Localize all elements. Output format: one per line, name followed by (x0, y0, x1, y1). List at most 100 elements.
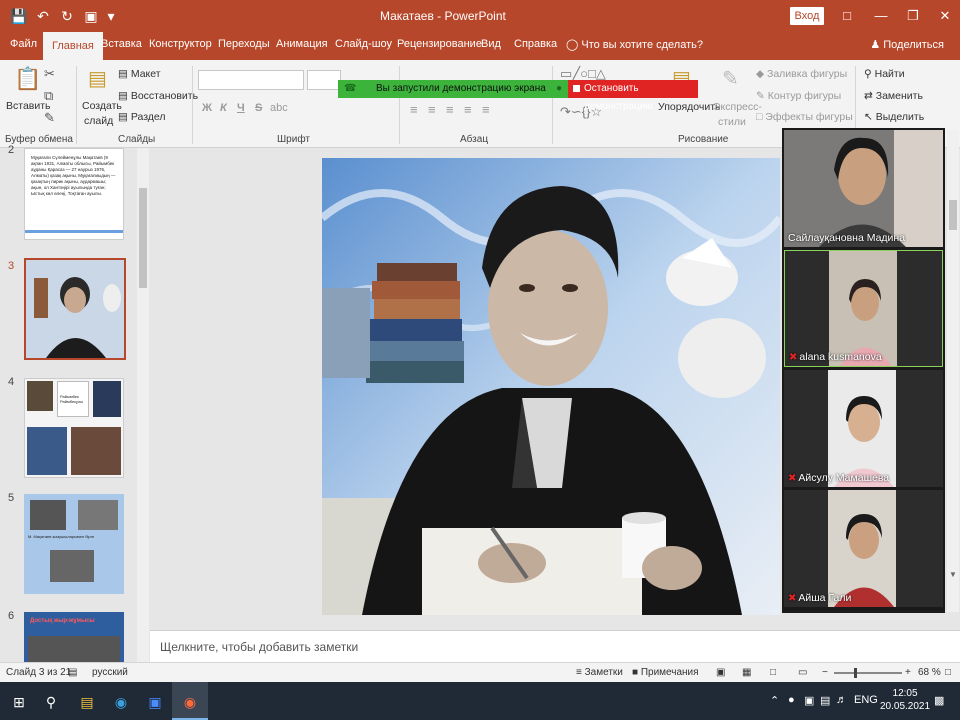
start-slideshow-icon[interactable]: ▣ (82, 7, 100, 25)
arrange-button[interactable]: Упорядочить (658, 101, 720, 113)
zoom-level[interactable]: 68 % (918, 667, 941, 678)
zoom-app-icon[interactable]: ▣ (144, 691, 166, 713)
slide-scrollbar[interactable]: ▼ (947, 130, 959, 612)
microphone-icon[interactable]: ● (788, 694, 795, 706)
language-indicator[interactable]: русский (92, 667, 128, 678)
customize-toolbar-icon[interactable]: ▾ (102, 7, 120, 25)
select-button[interactable]: ↖ Выделить (864, 111, 924, 123)
tab-file[interactable]: Файл (10, 38, 37, 50)
paste-icon[interactable]: 📋 (14, 66, 41, 92)
quick-styles-button-2[interactable]: стили (718, 116, 746, 128)
spellcheck-icon[interactable]: ▤ (68, 667, 77, 678)
restore-icon[interactable]: ❐ (902, 5, 924, 27)
strikethrough-button[interactable]: S (255, 102, 262, 114)
notifications-icon[interactable]: ▩ (934, 694, 944, 707)
show-hidden-icons[interactable]: ⌃ (770, 694, 779, 707)
align-right-icon[interactable]: ≡ (446, 102, 454, 117)
align-center-icon[interactable]: ≡ (428, 102, 436, 117)
zoom-out-icon[interactable]: − (822, 667, 828, 678)
tab-animations[interactable]: Анимация (276, 38, 328, 50)
tell-me-search[interactable]: ◯ Что вы хотите сделать? (566, 38, 703, 51)
share-button[interactable]: ♟ Поделиться (870, 38, 944, 51)
undo-icon[interactable]: ↶ (34, 7, 52, 25)
quick-styles-icon[interactable]: ✎ (722, 66, 739, 91)
tab-slideshow[interactable]: Слайд-шоу (335, 38, 392, 50)
network-icon[interactable]: ▤ (820, 694, 830, 707)
zoom-in-icon[interactable]: + (905, 667, 911, 678)
fit-slide-icon[interactable]: □ (945, 667, 951, 678)
scroll-thumb[interactable] (139, 188, 147, 288)
underline-button[interactable]: Ч (237, 102, 245, 114)
participant-tile[interactable]: ✖ Айсулу Мамашева (784, 370, 943, 487)
shape-fill-button[interactable]: ◆ Заливка фигуры (756, 68, 847, 80)
scroll-thumb[interactable] (949, 200, 957, 230)
slide-thumbnail-3[interactable] (24, 258, 126, 360)
justify-icon[interactable]: ≡ (464, 102, 472, 117)
comments-toggle[interactable]: ■ Примечания (632, 667, 699, 678)
slide-thumbnail-2[interactable]: Мұқағали Сүлейменұлы Мақатаев (9 ақпан 1… (24, 148, 124, 240)
notes-toggle[interactable]: ≡ Заметки (576, 667, 623, 678)
shape-effects-button[interactable]: □ Эффекты фигуры (756, 111, 853, 123)
ribbon-display-icon[interactable]: □ (836, 5, 858, 27)
powerpoint-app-icon[interactable]: ◉ (179, 691, 201, 713)
bold-button[interactable]: Ж (202, 102, 212, 114)
taskbar-active-app[interactable]: ◉ (172, 682, 208, 720)
scroll-down-icon[interactable]: ▼ (949, 570, 957, 579)
reading-view-icon[interactable]: □ (770, 667, 776, 678)
close-icon[interactable]: ✕ (934, 5, 956, 27)
quick-styles-button[interactable]: Экспресс- (713, 101, 762, 113)
cut-icon[interactable]: ✂ (44, 66, 55, 82)
normal-view-icon[interactable]: ▣ (716, 667, 725, 678)
minimize-icon[interactable]: — (870, 5, 892, 27)
tab-design[interactable]: Конструктор (149, 38, 212, 50)
search-icon[interactable]: ⚲ (40, 691, 62, 713)
save-icon[interactable]: 💾 (10, 7, 28, 25)
shape-outline-button[interactable]: ✎ Контур фигуры (756, 90, 841, 102)
format-painter-icon[interactable]: ✎ (44, 110, 55, 126)
replace-button[interactable]: ⇄ Заменить (864, 90, 923, 102)
slideshow-view-icon[interactable]: ▭ (798, 667, 807, 678)
font-size-box[interactable] (307, 70, 341, 90)
edge-browser-icon[interactable]: ◉ (110, 691, 132, 713)
windows-start-icon[interactable]: ⊞ (8, 691, 30, 713)
reset-button[interactable]: ▤ Восстановить (118, 90, 198, 102)
redo-icon[interactable]: ↻ (58, 7, 76, 25)
section-button[interactable]: ▤ Раздел (118, 111, 166, 123)
tab-home[interactable]: Главная (43, 32, 103, 60)
tab-transitions[interactable]: Переходы (218, 38, 270, 50)
volume-icon[interactable]: ♬ (836, 694, 847, 706)
input-language[interactable]: ENG (854, 694, 878, 706)
current-slide[interactable] (322, 158, 780, 615)
text-shadow-button[interactable]: abc (270, 102, 288, 114)
notes-pane[interactable]: Щелкните, чтобы добавить заметки (150, 630, 960, 662)
thumbnails-scrollbar[interactable] (137, 148, 149, 662)
file-explorer-icon[interactable]: ▤ (76, 691, 98, 713)
slide-thumbnail-6[interactable]: Достық жыр-жұмысы (24, 612, 124, 662)
find-button[interactable]: ⚲ Найти (864, 68, 905, 80)
stop-share-button[interactable]: Остановить демонстрацию (568, 80, 698, 112)
tab-view[interactable]: Вид (481, 38, 501, 50)
system-clock[interactable]: 12:05 20.05.2021 (880, 687, 930, 713)
zoom-slider[interactable] (834, 668, 902, 678)
new-slide-icon[interactable]: ▤ (88, 66, 107, 91)
new-slide-button[interactable]: Создать (82, 100, 122, 112)
signin-button[interactable]: Вход (790, 7, 824, 25)
new-slide-button-2[interactable]: слайд (84, 115, 113, 127)
participant-tile[interactable]: ✖ Айша Гали (784, 490, 943, 607)
webcam-icon[interactable]: ▣ (804, 694, 814, 707)
layout-button[interactable]: ▤ Макет (118, 68, 161, 80)
participant-tile[interactable]: ✖ alana kusmanova (784, 250, 943, 367)
participant-tile[interactable]: Сайлауқановна Мадина (784, 130, 943, 247)
slide-thumbnail-4[interactable]: Райымбек Раймбекұлы (24, 378, 124, 478)
slide-thumbnail-5[interactable]: М. Мақатаев жазушыларымен бірге (24, 494, 124, 594)
tab-insert[interactable]: Вставка (101, 38, 142, 50)
italic-button[interactable]: К (220, 102, 227, 114)
tab-review[interactable]: Рецензирование (397, 38, 482, 50)
copy-icon[interactable]: ⧉ (44, 88, 53, 104)
font-name-box[interactable] (198, 70, 304, 90)
zoom-slider-thumb[interactable] (854, 668, 857, 678)
slide-sorter-icon[interactable]: ▦ (742, 667, 751, 678)
columns-icon[interactable]: ≡ (482, 102, 490, 117)
tab-help[interactable]: Справка (514, 38, 557, 50)
align-left-icon[interactable]: ≡ (410, 102, 418, 117)
